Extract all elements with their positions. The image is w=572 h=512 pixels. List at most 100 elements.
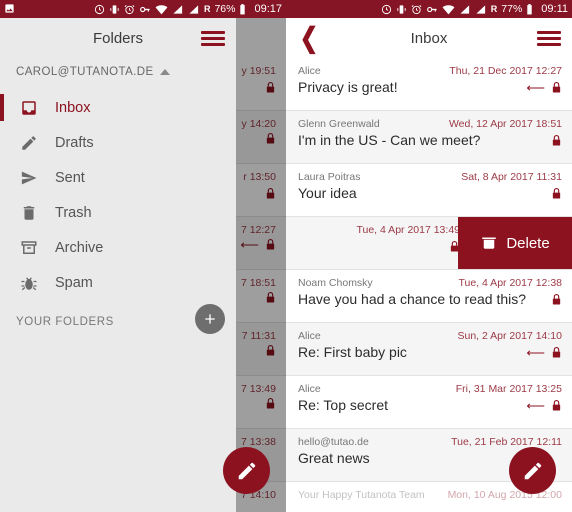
sidebar-item-label: Sent: [55, 169, 85, 186]
account-email: CAROL@TUTANOTA.DE: [16, 66, 154, 78]
mail-date: Sun, 2 Apr 2017 14:10: [457, 330, 562, 342]
image-icon: [4, 3, 15, 17]
add-folder-button[interactable]: [195, 304, 225, 334]
pencil-icon: [238, 462, 255, 479]
alarm-icon: [124, 4, 135, 15]
lock-icon: [551, 134, 562, 147]
sidebar-item-drafts[interactable]: Drafts: [0, 125, 236, 160]
hamburger-icon: [201, 28, 225, 49]
sync-icon: [94, 4, 105, 15]
roaming-indicator: R: [203, 4, 211, 14]
hamburger-icon: [537, 28, 561, 49]
clock-time: 09:17: [254, 3, 282, 15]
mail-date: Tue, 4 Apr 2017 13:49: [356, 224, 460, 236]
mail-date: Fri, 31 Mar 2017 13:25: [455, 383, 562, 395]
sidebar-item-label: Archive: [55, 239, 104, 256]
lock-icon: [551, 293, 562, 306]
caret-up-icon: [159, 69, 170, 75]
battery-percent: 77%: [501, 3, 523, 15]
wifi-icon: [442, 4, 455, 15]
roaming-indicator: R: [490, 4, 498, 14]
pencil-icon: [524, 462, 541, 479]
swiped-mail-row[interactable]: Tue, 4 Apr 2017 13:49 dress Delete: [286, 217, 572, 270]
battery-percent: 76%: [214, 3, 236, 15]
sidebar-item-archive[interactable]: Archive: [0, 230, 236, 265]
delete-label: Delete: [506, 235, 550, 252]
left-phone-screen: R 76% 09:17 y 19:51 i... y 14:20: [0, 0, 286, 512]
mail-sender: Glenn Greenwald: [298, 118, 380, 130]
signal-icon: [172, 4, 184, 15]
bug-icon: [18, 274, 39, 292]
mail-sender: Alice: [298, 330, 321, 342]
alarm-icon: [411, 4, 422, 15]
mail-date: Thu, 21 Dec 2017 12:27: [449, 65, 562, 77]
left-app-bar: Folders: [0, 18, 236, 58]
send-icon: [18, 169, 39, 187]
table-row[interactable]: Laura Poitras Sat, 8 Apr 2017 11:31 Your …: [286, 164, 572, 217]
mail-sender: Your Happy Tutanota Team: [298, 489, 425, 501]
right-phone-screen: R 77% 09:11 ❮ Inbox Alice Thu, 21 Dec 201…: [286, 0, 572, 512]
wifi-icon: [155, 4, 168, 15]
right-status-bar: R 77% 09:11: [286, 0, 572, 18]
table-row[interactable]: Glenn Greenwald Wed, 12 Apr 2017 18:51 I'…: [286, 111, 572, 164]
page-title: Folders: [92, 29, 144, 47]
sidebar-item-label: Inbox: [55, 99, 91, 116]
swiped-row-content[interactable]: Tue, 4 Apr 2017 13:49 dress: [286, 217, 470, 269]
inbox-icon: [18, 99, 39, 117]
mail-subject: Your idea: [298, 185, 357, 201]
dual-screenshot-container: R 76% 09:17 y 19:51 i... y 14:20: [0, 0, 572, 512]
signal-2-icon: [188, 4, 200, 15]
vibrate-icon: [396, 4, 407, 15]
trash-icon: [480, 233, 498, 255]
delete-button[interactable]: Delete: [458, 217, 572, 269]
mail-date: Tue, 4 Apr 2017 12:38: [458, 277, 562, 289]
mail-date: Tue, 21 Feb 2017 12:11: [451, 436, 562, 448]
mail-sender: Noam Chomsky: [298, 277, 373, 289]
trash-icon: [18, 204, 39, 222]
mail-sender: Alice: [298, 383, 321, 395]
key-icon: [426, 4, 438, 15]
sync-icon: [381, 4, 392, 15]
clock-time: 09:11: [541, 3, 568, 15]
mail-subject: Re: First baby pic: [298, 344, 407, 360]
battery-icon: [526, 3, 533, 15]
chevron-left-icon: ❮: [299, 21, 319, 53]
account-selector[interactable]: CAROL@TUTANOTA.DE: [0, 58, 236, 90]
table-row[interactable]: Alice Fri, 31 Mar 2017 13:25 Re: Top secr…: [286, 376, 572, 429]
compose-fab-button[interactable]: [223, 447, 270, 494]
lock-icon: [551, 81, 562, 94]
back-button[interactable]: ❮: [286, 21, 332, 53]
pencil-icon: [18, 134, 39, 152]
reply-icon: ⟵: [526, 397, 545, 413]
left-status-bar: R 76% 09:17: [0, 0, 286, 18]
table-row[interactable]: Alice Thu, 21 Dec 2017 12:27 Privacy is g…: [286, 58, 572, 111]
mail-subject: Privacy is great!: [298, 79, 398, 95]
mail-date: Sat, 8 Apr 2017 11:31: [461, 171, 562, 183]
reply-icon: ⟵: [526, 79, 545, 95]
table-row[interactable]: Noam Chomsky Tue, 4 Apr 2017 12:38 Have y…: [286, 270, 572, 323]
signal-2-icon: [475, 4, 487, 15]
signal-icon: [459, 4, 471, 15]
sidebar-item-trash[interactable]: Trash: [0, 195, 236, 230]
mail-sender: Alice: [298, 65, 321, 77]
compose-fab-button[interactable]: [509, 447, 556, 494]
lock-icon: [551, 346, 562, 359]
mail-subject: I'm in the US - Can we meet?: [298, 132, 481, 148]
mail-sender: hello@tutao.de: [298, 436, 369, 448]
mail-subject: Re: Top secret: [298, 397, 389, 413]
reply-icon: ⟵: [526, 344, 545, 360]
menu-button[interactable]: [190, 28, 236, 49]
lock-icon: [551, 399, 562, 412]
sidebar-item-spam[interactable]: Spam: [0, 265, 236, 300]
sidebar-item-sent[interactable]: Sent: [0, 160, 236, 195]
menu-button[interactable]: [526, 28, 572, 49]
battery-icon: [239, 3, 246, 15]
sidebar-item-label: Trash: [55, 204, 92, 221]
sidebar-item-inbox[interactable]: Inbox: [0, 90, 236, 125]
lock-icon: [551, 187, 562, 200]
mail-date: Mon, 10 Aug 2015 12:00: [447, 489, 562, 501]
table-row[interactable]: Alice Sun, 2 Apr 2017 14:10 Re: First bab…: [286, 323, 572, 376]
sidebar-item-label: Spam: [55, 274, 93, 291]
right-mail-list[interactable]: Alice Thu, 21 Dec 2017 12:27 Privacy is g…: [286, 58, 572, 512]
vibrate-icon: [109, 4, 120, 15]
